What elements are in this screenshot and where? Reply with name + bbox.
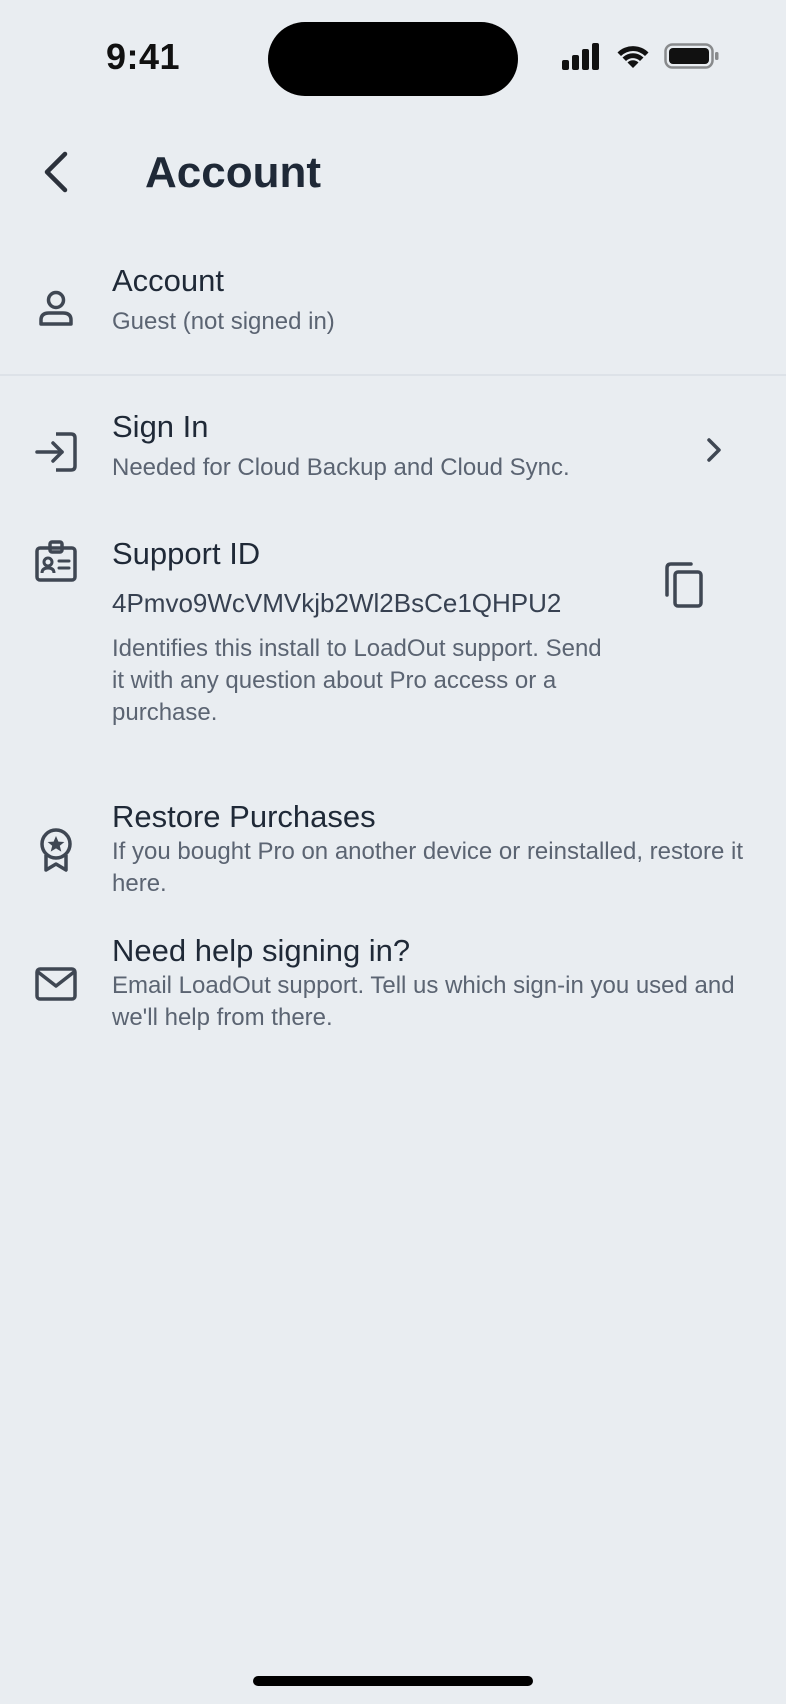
status-icons xyxy=(560,42,720,75)
sign-in-icon xyxy=(32,428,80,476)
sign-in-subtitle: Needed for Cloud Backup and Cloud Sync. xyxy=(112,454,570,481)
restore-purchases-title: Restore Purchases xyxy=(112,799,376,834)
battery-icon xyxy=(664,42,720,75)
wifi-icon xyxy=(614,42,652,75)
account-title: Account xyxy=(112,263,225,298)
account-subtitle: Guest (not signed in) xyxy=(112,308,335,335)
back-button[interactable] xyxy=(30,148,82,200)
chevron-right-icon xyxy=(700,436,728,464)
copy-button[interactable] xyxy=(660,561,708,613)
restore-purchases-subtitle: If you bought Pro on another device or r… xyxy=(112,838,744,897)
help-subtitle: Email LoadOut support. Tell us which sig… xyxy=(112,972,735,1031)
person-icon xyxy=(32,284,80,332)
mail-icon xyxy=(32,960,80,1008)
help-title: Need help signing in? xyxy=(112,933,411,968)
divider xyxy=(0,374,786,376)
header: Account xyxy=(0,130,786,220)
support-id-title: Support ID xyxy=(112,536,261,571)
restore-purchases-row[interactable]: Restore Purchases If you bought Pro on a… xyxy=(0,798,786,898)
status-time: 9:41 xyxy=(106,36,181,77)
cellular-signal-icon xyxy=(560,42,602,75)
id-badge-icon xyxy=(32,537,80,585)
dynamic-island xyxy=(268,22,518,96)
account-row: Account Guest (not signed in) xyxy=(0,262,786,362)
status-bar: 9:41 xyxy=(0,0,786,110)
chevron-left-icon xyxy=(41,150,71,199)
support-id-row: Support ID 4Pmvo9WcVMVkjb2Wl2BsCe1QHPU2 … xyxy=(0,535,786,765)
sign-in-row[interactable]: Sign In Needed for Cloud Backup and Clou… xyxy=(0,408,786,508)
page-title: Account xyxy=(145,148,321,197)
help-row[interactable]: Need help signing in? Email LoadOut supp… xyxy=(0,932,786,1032)
support-id-value: 4Pmvo9WcVMVkjb2Wl2BsCe1QHPU2 xyxy=(112,588,562,618)
home-indicator xyxy=(253,1676,533,1686)
award-icon xyxy=(32,826,80,874)
support-id-description: Identifies this install to LoadOut suppo… xyxy=(112,635,602,726)
copy-icon xyxy=(663,561,705,614)
sign-in-title: Sign In xyxy=(112,409,209,444)
